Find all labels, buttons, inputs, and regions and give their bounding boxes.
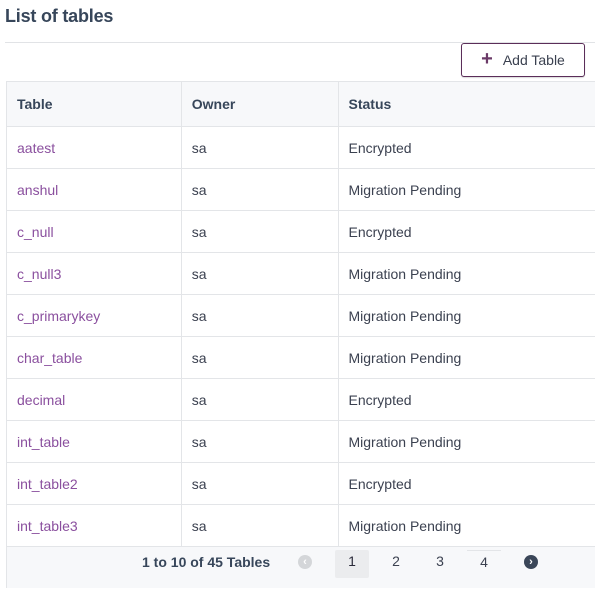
tables-table: Table Owner Status aatest sa Encrypted ansh… — [6, 81, 595, 547]
owner-cell: sa — [180, 504, 339, 547]
owner-cell: sa — [180, 168, 339, 211]
table-row: c_primarykey sa Migration Pending — [6, 294, 595, 337]
plus-icon: + — [481, 48, 493, 70]
page-button-3[interactable]: 3 — [423, 550, 457, 578]
tables-list: Table Owner Status aatest sa Encrypted ansh… — [6, 81, 595, 547]
table-name-link[interactable]: decimal — [6, 378, 182, 421]
table-row: int_table2 sa Encrypted — [6, 462, 595, 505]
table-name-link[interactable]: c_primarykey — [6, 294, 182, 337]
status-cell: Encrypted — [337, 378, 595, 421]
page-title: List of tables — [5, 6, 114, 26]
chevron-left-icon[interactable]: ‹ — [298, 555, 312, 569]
table-row: anshul sa Migration Pending — [6, 168, 595, 211]
page-button-2[interactable]: 2 — [379, 550, 413, 578]
table-row: int_table3 sa Migration Pending — [6, 504, 595, 547]
pagination-bar: 1 to 10 of 45 Tables ‹ 1 2 3 4 › — [6, 546, 595, 588]
pagination-summary: 1 to 10 of 45 Tables — [142, 554, 271, 570]
owner-cell: sa — [180, 126, 339, 169]
table-name-link[interactable]: char_table — [6, 336, 182, 379]
table-name-link[interactable]: int_table2 — [6, 462, 182, 505]
owner-cell: sa — [180, 462, 339, 505]
status-cell: Encrypted — [337, 462, 595, 505]
add-table-button[interactable]: + Add Table — [461, 43, 585, 77]
table-name-link[interactable]: c_null — [6, 210, 182, 253]
owner-cell: sa — [180, 210, 339, 253]
column-header-status[interactable]: Status — [337, 81, 595, 127]
owner-cell: sa — [180, 378, 339, 421]
table-row: c_null3 sa Migration Pending — [6, 252, 595, 295]
table-name-link[interactable]: int_table3 — [6, 504, 182, 547]
table-row: char_table sa Migration Pending — [6, 336, 595, 379]
column-header-owner[interactable]: Owner — [180, 81, 339, 127]
page-button-4[interactable]: 4 — [467, 550, 501, 579]
owner-cell: sa — [180, 420, 339, 463]
status-cell: Migration Pending — [337, 504, 595, 547]
status-cell: Migration Pending — [337, 168, 595, 211]
status-cell: Migration Pending — [337, 336, 595, 379]
table-header-row: Table Owner Status — [6, 81, 595, 127]
table-name-link[interactable]: aatest — [6, 126, 182, 169]
status-cell: Migration Pending — [337, 252, 595, 295]
table-row: decimal sa Encrypted — [6, 378, 595, 421]
owner-cell: sa — [180, 336, 339, 379]
status-cell: Encrypted — [337, 210, 595, 253]
owner-cell: sa — [180, 294, 339, 337]
table-row: aatest sa Encrypted — [6, 126, 595, 169]
table-name-link[interactable]: anshul — [6, 168, 182, 211]
owner-cell: sa — [180, 252, 339, 295]
column-header-table[interactable]: Table — [6, 81, 182, 127]
table-name-link[interactable]: int_table — [6, 420, 182, 463]
add-table-label: Add Table — [502, 52, 565, 68]
status-cell: Migration Pending — [337, 294, 595, 337]
table-name-link[interactable]: c_null3 — [6, 252, 182, 295]
status-cell: Encrypted — [337, 126, 595, 169]
chevron-right-icon[interactable]: › — [524, 555, 538, 569]
page-button-1[interactable]: 1 — [335, 550, 369, 578]
table-row: c_null sa Encrypted — [6, 210, 595, 253]
status-cell: Migration Pending — [337, 420, 595, 463]
table-row: int_table sa Migration Pending — [6, 420, 595, 463]
